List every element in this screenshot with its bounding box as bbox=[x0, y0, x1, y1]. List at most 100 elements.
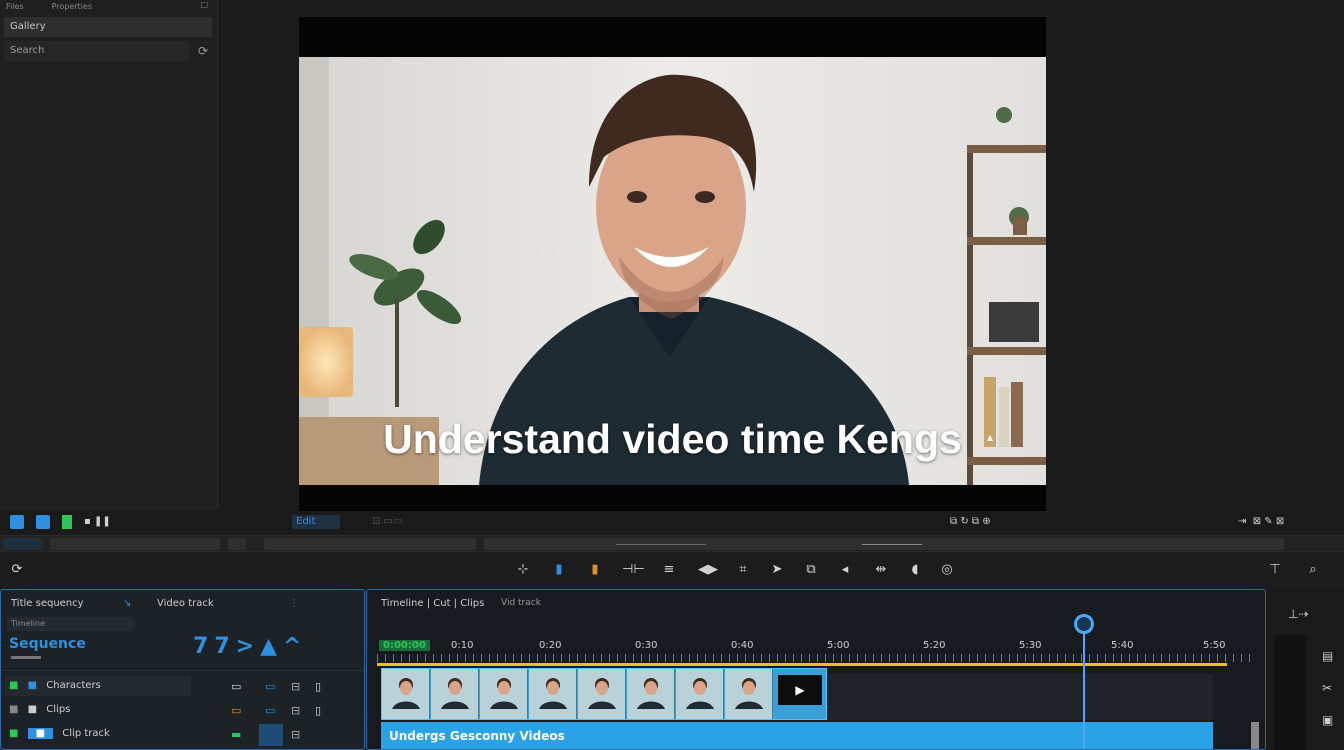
zoom-slider[interactable] bbox=[862, 544, 922, 545]
bookmark-icon[interactable]: ▯ bbox=[315, 680, 321, 693]
tools-icon[interactable]: ✂ bbox=[1322, 681, 1332, 695]
tab-video-track[interactable]: Video track bbox=[157, 598, 214, 609]
sidebar-search-field[interactable]: Search bbox=[4, 41, 190, 61]
edit-mode-toggle[interactable]: Edit bbox=[292, 515, 340, 529]
bookmark-icon[interactable]: ▯ bbox=[315, 704, 321, 717]
time-ruler[interactable] bbox=[377, 654, 1253, 662]
edit-toolbar: ⟳ ⊹ ▮ ▮ ⊣⊢ ≡ ◀▶ ⌗ ➤ ⧉ ◂ ⇹ ◖ ◎ ⊤ ⌕ bbox=[0, 553, 1344, 587]
timeline-field[interactable]: Timeline bbox=[7, 617, 133, 631]
scrollbar[interactable] bbox=[1251, 722, 1259, 749]
lock-icon[interactable]: ■ bbox=[28, 704, 37, 715]
sidebar-tab-files[interactable]: Files bbox=[6, 2, 24, 11]
ruler-segment[interactable] bbox=[228, 538, 246, 550]
nav-glyph[interactable]: ^ bbox=[283, 634, 307, 659]
marker-icon[interactable] bbox=[62, 515, 72, 529]
timecode-start[interactable]: 0:00:00 bbox=[379, 640, 430, 651]
scrubber-line[interactable] bbox=[616, 544, 706, 545]
caption-cursor-mark: ▴ bbox=[987, 430, 994, 444]
mask-icon[interactable]: ◖ bbox=[906, 561, 924, 579]
sidebar-tab-properties[interactable]: Properties bbox=[52, 2, 92, 11]
track-row[interactable]: ■ ■ Clips bbox=[5, 700, 191, 720]
lock-icon[interactable]: ■ bbox=[28, 680, 37, 691]
trim-icon[interactable]: ▮ bbox=[550, 561, 568, 579]
tab-title-sequence[interactable]: Title sequency bbox=[11, 598, 84, 609]
record-control[interactable]: ⊡ ▭▭ bbox=[372, 515, 412, 529]
ruler-segment[interactable] bbox=[50, 538, 220, 550]
clip-icon[interactable]: ▭ bbox=[265, 704, 275, 717]
divider bbox=[1, 670, 364, 671]
align-icon[interactable]: ≡ bbox=[660, 561, 678, 579]
clip-icon[interactable]: ▬ bbox=[231, 728, 241, 741]
track-name: Clip track bbox=[62, 728, 110, 739]
refresh-icon[interactable]: ⟳ bbox=[196, 44, 210, 58]
split-icon[interactable]: ⊹ bbox=[514, 561, 532, 579]
track-row[interactable]: ■ ■ Clip track bbox=[5, 724, 191, 744]
link-icon[interactable]: ⧉ bbox=[802, 561, 820, 579]
marker-icon[interactable]: ▮ bbox=[586, 561, 604, 579]
settings-icon[interactable]: ⟳ bbox=[8, 561, 26, 579]
view-controls[interactable]: ⧉ ↻ ⧉ ⊕ bbox=[950, 515, 1050, 529]
ruler-segment[interactable] bbox=[264, 538, 476, 550]
audio-icon[interactable]: ⊟ bbox=[291, 704, 300, 717]
active-track-icon[interactable]: ■ bbox=[27, 728, 54, 739]
ruler-segment[interactable] bbox=[2, 538, 42, 550]
grid-icon[interactable] bbox=[36, 515, 50, 529]
audio-icon[interactable]: ⊟ bbox=[291, 680, 300, 693]
track-name: Characters bbox=[46, 680, 101, 691]
clip-thumbnail bbox=[578, 669, 626, 719]
output-controls[interactable]: ⇥ ⊠ ✎ ⊠ bbox=[1238, 515, 1338, 529]
empty-track-area[interactable] bbox=[827, 674, 1213, 720]
visibility-icon[interactable]: ■ bbox=[9, 728, 18, 739]
sidebar-item-gallery[interactable]: Gallery bbox=[4, 17, 212, 37]
crop-icon[interactable]: ⌗ bbox=[734, 561, 752, 579]
nav-glyph[interactable]: 7 bbox=[214, 634, 235, 659]
clip-thumbnail bbox=[382, 669, 430, 719]
nav-glyph[interactable]: 7 bbox=[193, 634, 214, 659]
track-controls: ▭ ▭ ⊟ ▯ ▭ ▭ ⊟ ▯ ▬ ⊟ bbox=[191, 676, 361, 748]
search-icon[interactable]: ⌕ bbox=[1304, 561, 1322, 579]
comment-icon[interactable] bbox=[10, 515, 24, 529]
clip-icon[interactable]: ▭ bbox=[231, 704, 241, 717]
transition-icon[interactable]: ◀▶ bbox=[698, 561, 718, 579]
clip-thumbnail bbox=[676, 669, 724, 719]
levels-icon[interactable]: ⊥⇢ bbox=[1288, 607, 1309, 621]
selected-slot[interactable] bbox=[259, 724, 283, 746]
effects-icon[interactable]: ◎ bbox=[938, 561, 956, 579]
play-clip-icon[interactable]: ▶ bbox=[778, 675, 822, 705]
timeline-header: Timeline | Cut | Clips bbox=[381, 598, 485, 609]
audio-icon[interactable]: ⊟ bbox=[291, 728, 300, 741]
clip-thumbnail bbox=[480, 669, 528, 719]
nav-glyph[interactable]: ▲ bbox=[260, 634, 283, 659]
clipboard-icon[interactable]: ▤ bbox=[1322, 649, 1333, 663]
timeline-field-label: Timeline bbox=[11, 619, 46, 628]
tick-label: 0:40 bbox=[731, 640, 754, 651]
visibility-icon[interactable]: ■ bbox=[9, 704, 18, 715]
work-area-bar[interactable] bbox=[377, 663, 1227, 666]
ripple-icon[interactable]: ⊣⊢ bbox=[622, 561, 645, 579]
track-row[interactable]: ■ ■ Characters bbox=[5, 676, 191, 696]
pause-icon[interactable]: ▪ ❚❚ bbox=[84, 515, 114, 529]
caption-clip-label: Undergs Gesconny Videos bbox=[389, 729, 565, 743]
clip-thumbnail bbox=[725, 669, 773, 719]
tick-label: 0:10 bbox=[451, 640, 474, 651]
clip-icon[interactable]: ▭ bbox=[265, 680, 275, 693]
tick-label: 0:30 bbox=[635, 640, 658, 651]
sequence-title: Sequence bbox=[9, 636, 86, 652]
caption-clip[interactable]: Undergs Gesconny Videos bbox=[381, 722, 1213, 749]
pointer-icon[interactable]: ➤ bbox=[768, 561, 786, 579]
pin-icon[interactable]: ⊤ bbox=[1266, 561, 1284, 579]
media-sidebar: Files Properties □ Gallery Search ⟳ bbox=[0, 0, 218, 510]
nav-glyphs[interactable]: 77>▲^ bbox=[193, 634, 343, 659]
export-icon[interactable]: ▣ bbox=[1322, 713, 1333, 727]
menu-icon[interactable]: ⋮ bbox=[289, 598, 299, 609]
track-name: Clips bbox=[46, 704, 71, 715]
close-icon[interactable]: □ bbox=[200, 0, 208, 9]
visibility-icon[interactable]: ■ bbox=[9, 680, 18, 691]
nav-glyph[interactable]: > bbox=[236, 634, 260, 659]
playhead-handle[interactable] bbox=[1074, 614, 1094, 634]
video-clip[interactable]: ▶ bbox=[381, 668, 827, 720]
playhead-line[interactable] bbox=[1083, 622, 1085, 749]
move-icon[interactable]: ⇹ bbox=[872, 561, 890, 579]
clip-icon[interactable]: ▭ bbox=[231, 680, 241, 693]
back-icon[interactable]: ◂ bbox=[836, 561, 854, 579]
